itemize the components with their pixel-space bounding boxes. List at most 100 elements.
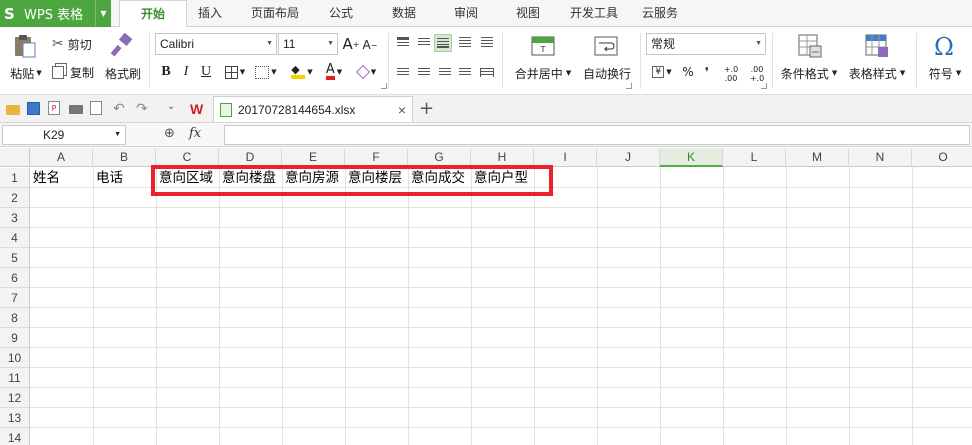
align-bottom-icon[interactable] xyxy=(434,34,452,52)
symbol-button[interactable]: 符号 ▼ xyxy=(924,65,966,81)
column-header[interactable]: B xyxy=(93,148,156,167)
italic-button[interactable]: I xyxy=(178,63,194,81)
tab-formulas[interactable]: 公式 xyxy=(318,0,364,27)
row-header[interactable]: 7 xyxy=(0,288,30,308)
open-folder-icon[interactable] xyxy=(6,101,22,117)
currency-format-button[interactable]: ¥ ▼ xyxy=(648,63,676,81)
customize-toolbar-icon[interactable]: ⌄ xyxy=(167,101,183,117)
cut-button[interactable]: ✂ 剪切 xyxy=(52,35,92,53)
percent-button[interactable]: % xyxy=(680,63,696,81)
distributed-align-icon[interactable] xyxy=(479,65,495,79)
align-left-icon[interactable] xyxy=(396,65,410,79)
table-style-button[interactable]: 表格样式 ▼ xyxy=(846,65,908,81)
border-button[interactable]: ▼ xyxy=(222,63,248,81)
font-dialog-launcher-icon[interactable] xyxy=(381,83,387,89)
omega-icon[interactable]: Ω xyxy=(930,33,958,61)
row-header[interactable]: 6 xyxy=(0,268,30,288)
tab-insert[interactable]: 插入 xyxy=(187,0,233,27)
font-color-button[interactable]: A ▼ xyxy=(320,63,348,81)
format-painter-icon[interactable] xyxy=(109,33,135,59)
decrease-font-icon[interactable]: A − xyxy=(362,37,378,53)
align-right-icon[interactable] xyxy=(438,65,452,79)
row-header[interactable]: 5 xyxy=(0,248,30,268)
tab-home[interactable]: 开始 xyxy=(119,0,187,28)
new-tab-icon[interactable]: + xyxy=(419,98,435,119)
tab-cloud[interactable]: 云服务 xyxy=(636,0,684,27)
row-header[interactable]: 8 xyxy=(0,308,30,328)
column-header[interactable]: O xyxy=(912,148,972,167)
column-header[interactable]: A xyxy=(30,148,93,167)
wrap-text-button[interactable]: 自动换行 xyxy=(580,65,634,81)
tab-review[interactable]: 审阅 xyxy=(443,0,489,27)
name-box[interactable]: K29 ▼ xyxy=(2,125,126,145)
row-header[interactable]: 12 xyxy=(0,388,30,408)
align-top-icon[interactable] xyxy=(396,35,410,49)
cell-b1[interactable]: 电话 xyxy=(93,168,123,188)
export-pdf-icon[interactable]: P xyxy=(48,101,64,117)
column-header[interactable]: J xyxy=(597,148,660,167)
row-header[interactable]: 9 xyxy=(0,328,30,348)
zoom-search-icon[interactable]: ⊕ xyxy=(164,126,175,141)
format-painter-button[interactable]: 格式刷 xyxy=(103,65,143,81)
conditional-format-button[interactable]: 条件格式 ▼ xyxy=(778,65,840,81)
bold-button[interactable]: B xyxy=(158,63,174,81)
app-menu-button[interactable]: S WPS 表格 ▼ xyxy=(0,0,111,27)
redo-icon[interactable]: ↷ xyxy=(136,101,152,117)
decrease-indent-icon[interactable] xyxy=(458,35,472,49)
align-center-icon[interactable] xyxy=(417,65,431,79)
number-dialog-launcher-icon[interactable] xyxy=(761,83,767,89)
font-name-select[interactable]: Calibri ▼ xyxy=(155,33,277,55)
print-preview-icon[interactable] xyxy=(90,101,106,117)
row-header[interactable]: 2 xyxy=(0,188,30,208)
row-header[interactable]: 3 xyxy=(0,208,30,228)
paste-icon[interactable] xyxy=(12,33,38,59)
comma-style-button[interactable]: ❜ xyxy=(700,63,714,81)
row-header[interactable]: 11 xyxy=(0,368,30,388)
table-style-icon[interactable] xyxy=(864,33,890,59)
column-header[interactable]: N xyxy=(849,148,912,167)
fill-color-button[interactable]: ◆ ▼ xyxy=(286,63,318,81)
alignment-dialog-launcher-icon[interactable] xyxy=(626,83,632,89)
justify-icon[interactable] xyxy=(458,65,472,79)
merge-center-icon[interactable]: T xyxy=(530,33,556,59)
column-header[interactable]: M xyxy=(786,148,849,167)
tab-page-layout[interactable]: 页面布局 xyxy=(240,0,310,27)
tab-developer[interactable]: 开发工具 xyxy=(563,0,625,27)
tab-view[interactable]: 视图 xyxy=(505,0,551,27)
print-icon[interactable] xyxy=(69,101,85,117)
cell-a1[interactable]: 姓名 xyxy=(30,168,60,188)
merge-center-button[interactable]: 合并居中 ▼ xyxy=(510,65,576,81)
row-header[interactable]: 14 xyxy=(0,428,30,445)
formula-input[interactable] xyxy=(224,125,970,145)
increase-font-icon[interactable]: A + xyxy=(342,35,360,53)
row-header[interactable]: 1 xyxy=(0,168,30,188)
row-header[interactable]: 4 xyxy=(0,228,30,248)
increase-indent-icon[interactable] xyxy=(480,35,494,49)
align-middle-icon[interactable] xyxy=(417,35,431,49)
column-header-selected[interactable]: K xyxy=(660,148,723,167)
increase-decimal-button[interactable]: +.0 .00 xyxy=(720,63,742,85)
select-all-corner[interactable] xyxy=(0,148,30,167)
copy-button[interactable]: 复制 xyxy=(52,63,94,81)
wrap-text-icon[interactable] xyxy=(593,33,619,59)
decrease-decimal-button[interactable]: .00 +.0 xyxy=(746,63,768,85)
undo-icon[interactable]: ↶ xyxy=(113,101,129,117)
wps-office-icon[interactable]: W xyxy=(190,101,206,117)
close-tab-icon[interactable]: × xyxy=(398,102,406,118)
column-header[interactable]: L xyxy=(723,148,786,167)
font-size-select[interactable]: 11 ▼ xyxy=(278,33,338,55)
gridline xyxy=(30,367,972,368)
document-tab[interactable]: 20170728144654.xlsx × xyxy=(213,96,413,122)
underline-button[interactable]: U xyxy=(198,63,214,81)
app-menu-dropdown-icon[interactable]: ▼ xyxy=(95,0,111,27)
fx-button[interactable]: fx xyxy=(189,126,201,141)
number-format-select[interactable]: 常规 ▼ xyxy=(646,33,766,55)
paste-button[interactable]: 粘贴 ▼ xyxy=(6,65,46,81)
row-header[interactable]: 13 xyxy=(0,408,30,428)
conditional-format-icon[interactable] xyxy=(797,33,823,59)
fill-pattern-button[interactable]: ▼ xyxy=(252,63,280,81)
tab-data[interactable]: 数据 xyxy=(381,0,427,27)
save-icon[interactable] xyxy=(27,101,43,117)
clear-format-button[interactable]: ▼ xyxy=(354,63,380,81)
row-header[interactable]: 10 xyxy=(0,348,30,368)
